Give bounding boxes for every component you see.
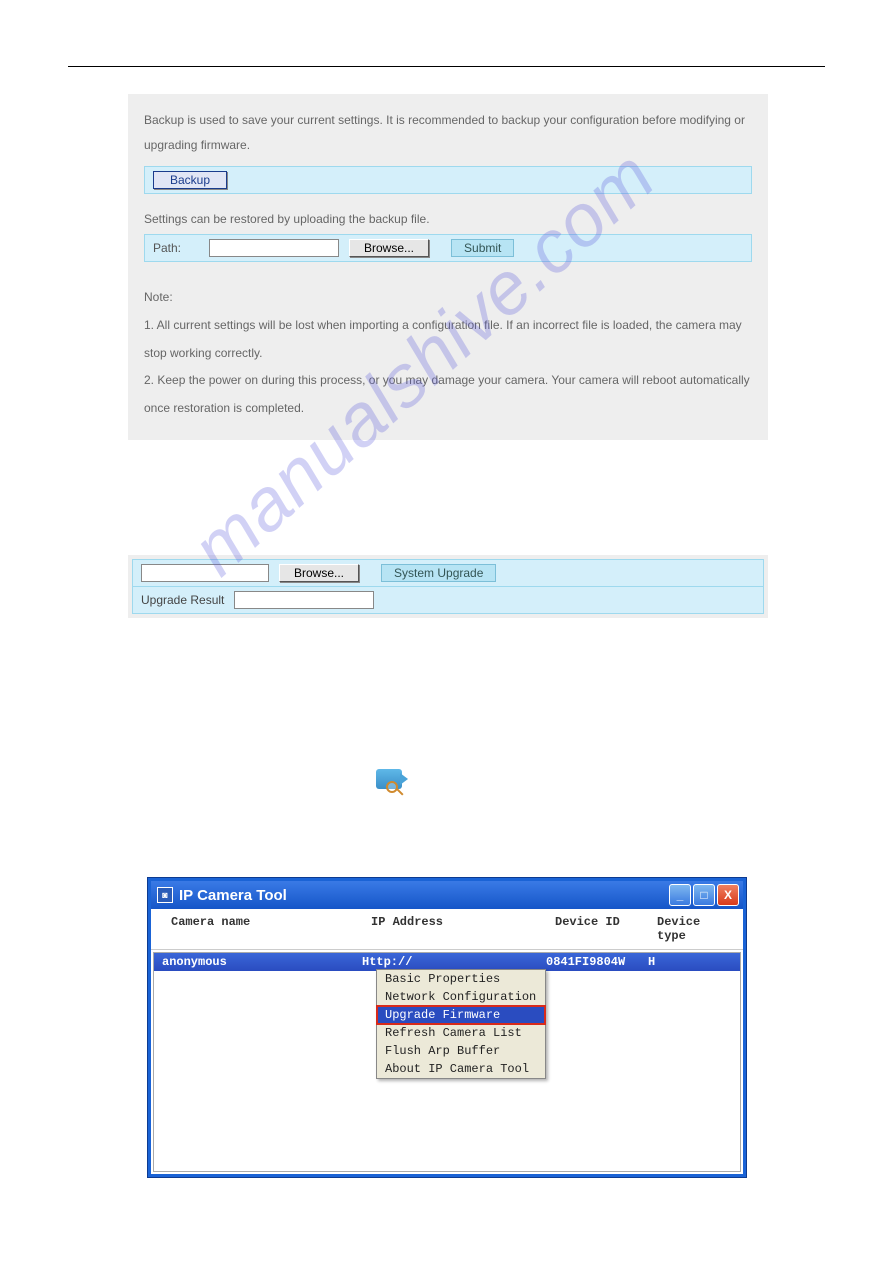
upgrade-result-bar: Upgrade Result bbox=[132, 587, 764, 614]
menu-flush-arp-buffer[interactable]: Flush Arp Buffer bbox=[377, 1042, 545, 1060]
menu-about[interactable]: About IP Camera Tool bbox=[377, 1060, 545, 1078]
col-ip-address: IP Address bbox=[371, 915, 555, 943]
upgrade-result-label: Upgrade Result bbox=[141, 593, 224, 607]
backup-button[interactable]: Backup bbox=[153, 171, 227, 189]
minimize-button[interactable]: _ bbox=[669, 884, 691, 906]
context-menu: Basic Properties Network Configuration U… bbox=[376, 969, 546, 1079]
cell-id: 0841FI9804W bbox=[546, 955, 648, 969]
col-camera-name: Camera name bbox=[171, 915, 371, 943]
menu-basic-properties[interactable]: Basic Properties bbox=[377, 970, 545, 988]
backup-intro-text: Backup is used to save your current sett… bbox=[144, 108, 752, 158]
restore-bar: Path: Browse... Submit bbox=[144, 234, 752, 262]
browse-button[interactable]: Browse... bbox=[349, 239, 429, 257]
submit-button[interactable]: Submit bbox=[451, 239, 514, 257]
camera-list[interactable]: anonymous Http:// 0841FI9804W H Basic Pr… bbox=[153, 952, 741, 1172]
restore-intro-text: Settings can be restored by uploading th… bbox=[144, 212, 752, 226]
col-device-type: Device type bbox=[657, 915, 733, 943]
ip-camera-tool-icon bbox=[374, 765, 414, 799]
path-input[interactable] bbox=[209, 239, 339, 257]
window-title: IP Camera Tool bbox=[179, 887, 287, 904]
path-label: Path: bbox=[153, 241, 199, 255]
system-upgrade-button[interactable]: System Upgrade bbox=[381, 564, 496, 582]
note-2: 2. Keep the power on during this process… bbox=[144, 367, 752, 422]
backup-bar: Backup bbox=[144, 166, 752, 194]
note-title: Note: bbox=[144, 284, 752, 312]
ip-camera-tool-window: ◙ IP Camera Tool _ □ X Camera name IP Ad… bbox=[148, 878, 746, 1177]
note-block: Note: 1. All current settings will be lo… bbox=[144, 284, 752, 422]
page-divider bbox=[68, 66, 825, 67]
system-upgrade-panel: Browse... System Upgrade Upgrade Result bbox=[128, 555, 768, 618]
app-icon: ◙ bbox=[157, 887, 173, 903]
cell-name: anonymous bbox=[162, 955, 362, 969]
backup-restore-panel: Backup is used to save your current sett… bbox=[128, 94, 768, 440]
note-1: 1. All current settings will be lost whe… bbox=[144, 312, 752, 367]
cell-type: H bbox=[648, 955, 730, 969]
list-header: Camera name IP Address Device ID Device … bbox=[151, 909, 743, 950]
maximize-button[interactable]: □ bbox=[693, 884, 715, 906]
upgrade-bar: Browse... System Upgrade bbox=[132, 559, 764, 587]
upgrade-result-field bbox=[234, 591, 374, 609]
titlebar: ◙ IP Camera Tool _ □ X bbox=[151, 881, 743, 909]
close-button[interactable]: X bbox=[717, 884, 739, 906]
menu-upgrade-firmware[interactable]: Upgrade Firmware bbox=[377, 1006, 545, 1024]
menu-network-configuration[interactable]: Network Configuration bbox=[377, 988, 545, 1006]
cell-ip: Http:// bbox=[362, 955, 546, 969]
menu-refresh-camera-list[interactable]: Refresh Camera List bbox=[377, 1024, 545, 1042]
col-device-id: Device ID bbox=[555, 915, 657, 943]
upgrade-file-input[interactable] bbox=[141, 564, 269, 582]
upgrade-browse-button[interactable]: Browse... bbox=[279, 564, 359, 582]
